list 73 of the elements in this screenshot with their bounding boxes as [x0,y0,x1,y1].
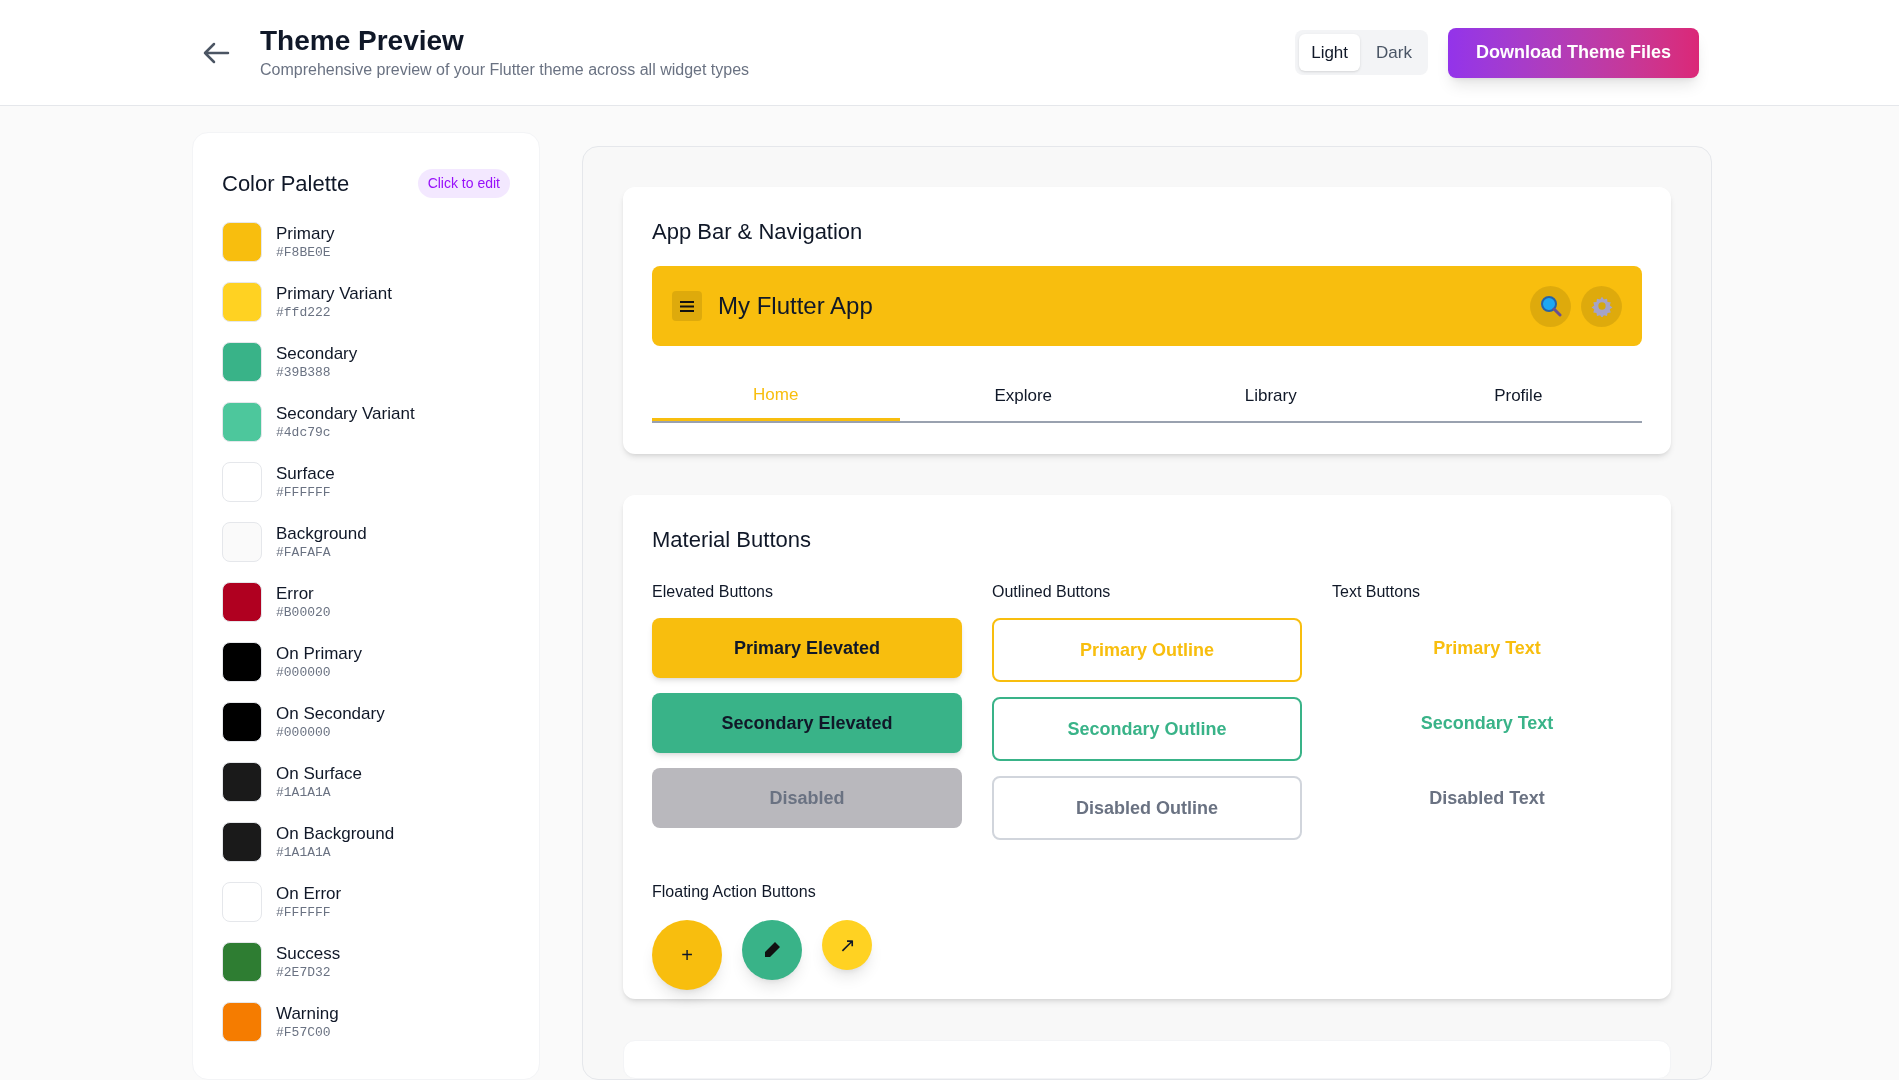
fab-button[interactable] [742,920,802,980]
color-hex: #1A1A1A [276,784,332,801]
nav-tab[interactable]: Profile [1394,371,1642,421]
color-hex: #F57C00 [276,1024,332,1041]
section-title: App Bar & Navigation [652,218,864,246]
color-swatch[interactable] [222,222,262,262]
nav-tab[interactable]: Explore [899,371,1147,421]
color-name: Success [276,943,341,965]
pencil-icon [762,940,782,960]
color-name: Secondary [276,343,358,365]
color-name: Primary [276,223,335,245]
elevated-button[interactable]: Primary Elevated [652,618,962,678]
color-swatch[interactable] [222,342,262,382]
color-hex: #FFFFFF [276,484,332,501]
app-bar-title: My Flutter App [718,291,873,321]
color-name: Warning [276,1003,339,1025]
color-hex: #000000 [276,664,332,681]
text-button[interactable]: Secondary Text [1332,693,1642,753]
color-name: On Secondary [276,703,385,725]
color-swatch[interactable] [222,762,262,802]
section-title: Material Buttons [652,526,812,554]
search-icon [1539,295,1562,317]
color-hex: #2E7D32 [276,964,332,981]
color-swatch[interactable] [222,402,262,442]
color-name: Error [276,583,315,605]
page-title: Theme Preview [260,24,465,58]
settings-icon [1590,295,1613,317]
group-title: Elevated Buttons [652,582,774,602]
color-swatch[interactable] [222,942,262,982]
color-swatch[interactable] [222,642,262,682]
color-hex: #000000 [276,724,332,741]
color-hex: #39B388 [276,364,332,381]
group-title: Floating Action Buttons [652,882,817,902]
color-swatch[interactable] [222,522,262,562]
outlined-button[interactable]: Secondary Outline [992,697,1302,761]
color-hex: #4dc79c [276,424,332,441]
group-title: Outlined Buttons [992,582,1112,602]
color-name: On Primary [276,643,362,665]
color-swatch[interactable] [222,462,262,502]
color-name: On Error [276,883,342,905]
color-name: Primary Variant [276,283,392,305]
fab-button[interactable]: + [652,920,722,990]
theme-mode-tab[interactable]: Light [1299,33,1361,72]
elevated-button[interactable]: Secondary Elevated [652,693,962,753]
color-swatch[interactable] [222,1002,262,1042]
menu-button[interactable] [672,291,702,321]
color-name: On Surface [276,763,362,785]
fab-button[interactable]: ↗ [822,920,872,970]
search-button[interactable] [1530,285,1571,327]
color-hex: #ffd222 [276,304,332,321]
color-hex: #F8BE0E [276,244,332,261]
page-subtitle: Comprehensive preview of your Flutter theme across all widget types [260,60,750,80]
back-arrow-icon [202,41,230,64]
color-swatch[interactable] [222,822,262,862]
color-name: Secondary Variant [276,403,415,425]
color-swatch[interactable] [222,582,262,622]
group-title: Text Buttons [1332,582,1422,602]
color-hex: #FAFAFA [276,544,332,561]
palette-title: Color Palette [222,170,350,198]
color-swatch[interactable] [222,282,262,322]
menu-icon [680,300,694,312]
nav-tab[interactable]: Library [1147,371,1395,421]
color-swatch[interactable] [222,882,262,922]
theme-mode-tab[interactable]: Dark [1364,33,1424,72]
color-hex: #B00020 [276,604,331,621]
color-hex: #1A1A1A [276,844,332,861]
color-name: Surface [276,463,335,485]
color-hex: #FFFFFF [276,904,332,921]
color-name: Background [276,523,367,545]
edit-badge[interactable]: Click to edit [417,169,510,198]
color-name: On Background [276,823,395,845]
color-swatch[interactable] [222,702,262,742]
download-button[interactable]: Download Theme Files [1447,27,1699,78]
